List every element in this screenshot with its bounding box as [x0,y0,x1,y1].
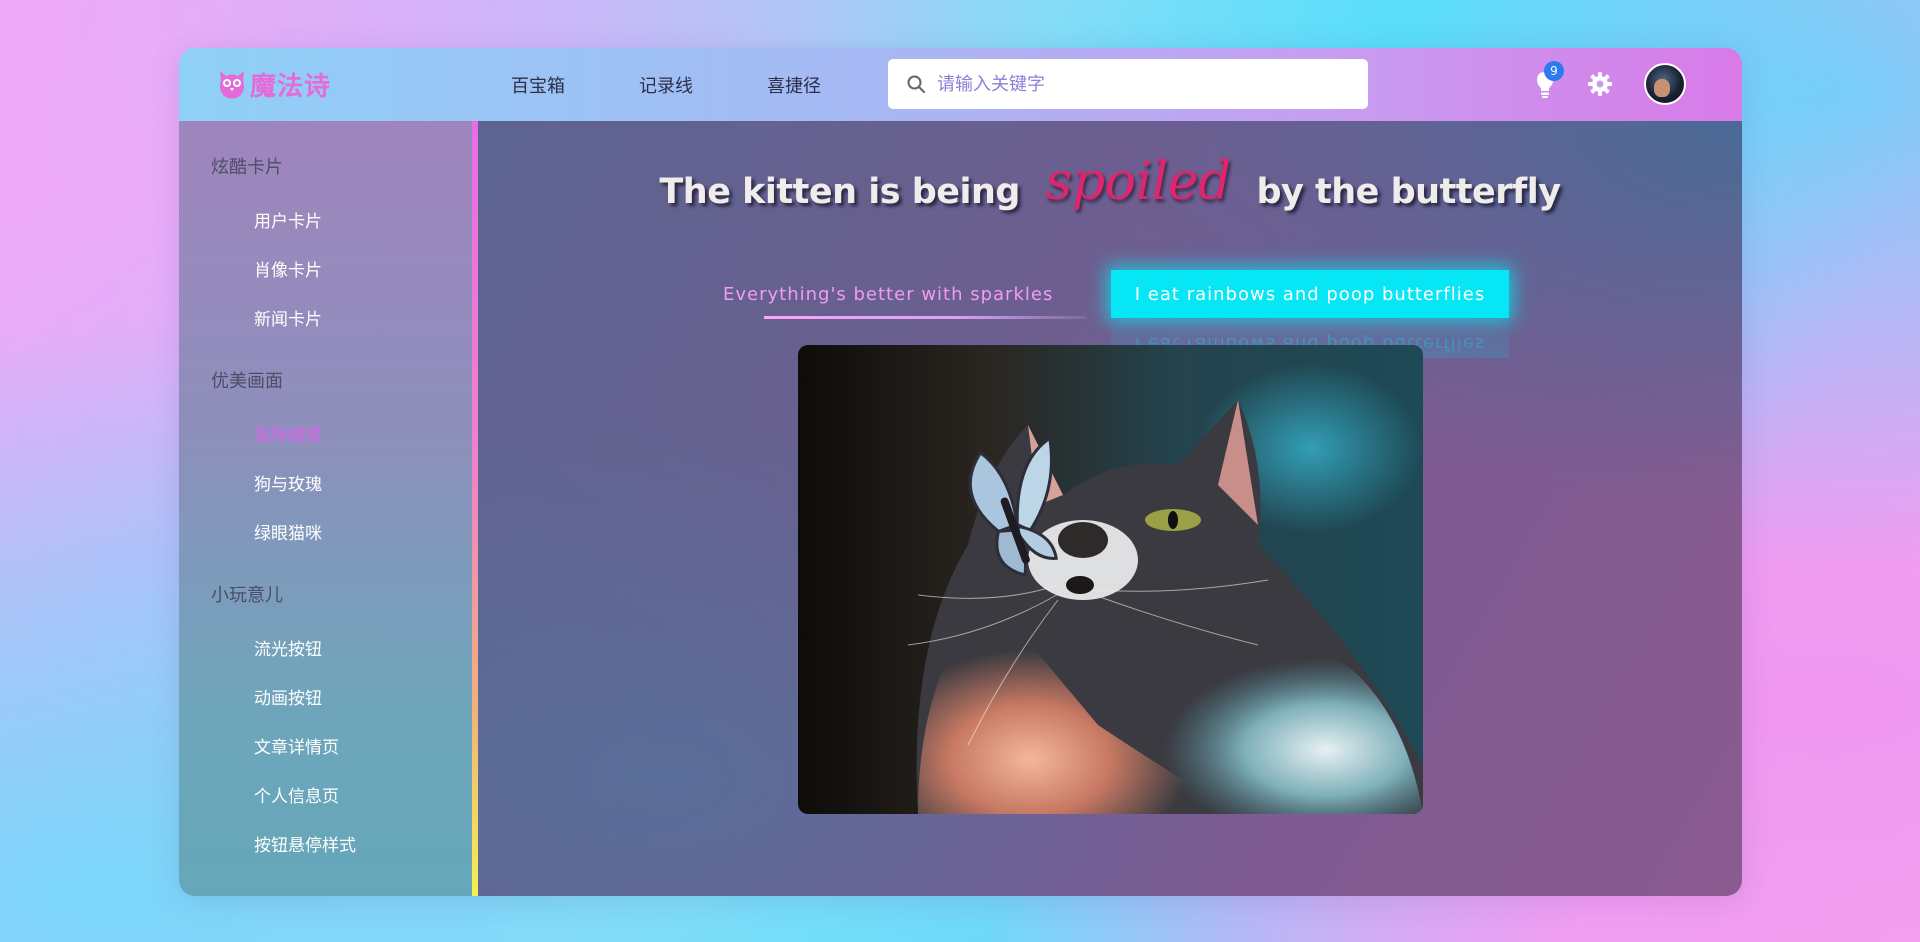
tab-rainbows[interactable]: I eat rainbows and poop butterflies [1111,270,1509,318]
tab-sparkles-underline [764,316,1086,319]
user-avatar[interactable] [1644,63,1686,105]
sidebar-item-news-card[interactable]: 新闻卡片 [254,305,322,330]
sidebar: 炫酷卡片 用户卡片 肖像卡片 新闻卡片 优美画面 猫咪蝴蝶 狗与玫瑰 绿眼猫咪 … [179,121,472,896]
top-bar: 魔法诗 百宝箱 记录线 喜捷径 9 [179,48,1742,121]
cat-butterfly-photo [798,345,1423,814]
top-nav: 百宝箱 记录线 喜捷径 [511,48,821,121]
notification-badge: 9 [1544,61,1564,81]
sidebar-group-beautiful-scenes: 优美画面 [211,371,283,392]
main-content: The kitten is being spoiled by the butte… [478,121,1742,896]
owl-logo-icon [220,71,244,99]
sidebar-item-cat-butterfly[interactable]: 猫咪蝴蝶 [254,421,322,446]
headline-highlight: spoiled [1045,152,1232,212]
page-headline: The kitten is being spoiled by the butte… [478,152,1742,216]
tab-sparkles[interactable]: Everything's better with sparkles [723,284,1053,305]
top-icons: 9 [1532,61,1686,105]
sidebar-group-gadgets: 小玩意儿 [211,585,283,606]
sidebar-item-button-hover[interactable]: 按钮悬停样式 [254,831,356,856]
search-icon [907,75,925,93]
search-input[interactable] [937,73,1337,95]
sidebar-item-profile-page[interactable]: 个人信息页 [254,782,339,807]
sidebar-group-cool-cards: 炫酷卡片 [211,157,283,178]
sidebar-item-portrait-card[interactable]: 肖像卡片 [254,256,322,281]
sidebar-item-animated-button[interactable]: 动画按钮 [254,684,322,709]
sidebar-item-green-eyed-cat[interactable]: 绿眼猫咪 [254,519,322,544]
app-window: 魔法诗 百宝箱 记录线 喜捷径 9 [179,48,1742,896]
headline-part-2: by the butterfly [1256,172,1561,212]
search-box[interactable] [888,59,1368,109]
logo[interactable]: 魔法诗 [216,66,331,102]
sidebar-item-user-card[interactable]: 用户卡片 [254,207,322,232]
headline-part-1: The kitten is being [659,172,1020,212]
sidebar-item-article-detail[interactable]: 文章详情页 [254,733,339,758]
nav-item-record-line[interactable]: 记录线 [639,72,730,98]
sidebar-item-flowing-button[interactable]: 流光按钮 [254,635,322,660]
nav-item-treasure-box[interactable]: 百宝箱 [511,72,602,98]
logo-text: 魔法诗 [250,71,332,102]
notification-button[interactable]: 9 [1532,61,1564,99]
sidebar-item-dog-rose[interactable]: 狗与玫瑰 [254,470,322,495]
nav-item-shortcut[interactable]: 喜捷径 [767,72,821,98]
gear-icon[interactable] [1586,70,1614,98]
